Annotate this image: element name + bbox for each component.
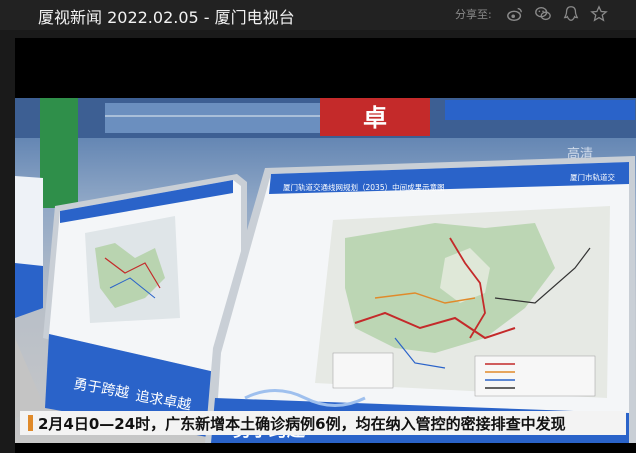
green-banner bbox=[40, 98, 78, 208]
star-icon[interactable] bbox=[589, 5, 608, 23]
map-logo-text: 厦门市轨道交 bbox=[570, 172, 615, 182]
video-player[interactable]: 卓 高清 勇于跨越 追求卓越 厦门轨道交通线网规划（2035）中间成果示意图 厦… bbox=[15, 38, 636, 453]
share-bar: 分享至: bbox=[455, 5, 608, 23]
wechat-icon[interactable] bbox=[534, 5, 552, 23]
share-label: 分享至: bbox=[455, 8, 492, 21]
ticker-text: 2月4日0—24时，广东新增本土确诊病例6例，均在纳入管控的密接排查中发现 bbox=[38, 415, 566, 433]
map-title: 厦门轨道交通线网规划（2035）中间成果示意图 bbox=[283, 182, 445, 192]
qq-icon[interactable] bbox=[562, 5, 580, 23]
weibo-icon[interactable] bbox=[506, 5, 524, 23]
video-scene: 卓 高清 勇于跨越 追求卓越 厦门轨道交通线网规划（2035）中间成果示意图 厦… bbox=[15, 98, 636, 443]
page-title: 厦视新闻 2022.02.05 - 厦门电视台 bbox=[38, 8, 295, 27]
ticker-bullet bbox=[28, 415, 33, 431]
video-frame: 卓 高清 勇于跨越 追求卓越 厦门轨道交通线网规划（2035）中间成果示意图 厦… bbox=[15, 98, 636, 443]
header-bar: 厦视新闻 2022.02.05 - 厦门电视台 分享至: bbox=[0, 0, 636, 30]
news-ticker: 2月4日0—24时，广东新增本土确诊病例6例，均在纳入管控的密接排查中发现 bbox=[20, 411, 626, 435]
background-sign-char: 卓 bbox=[363, 104, 387, 132]
